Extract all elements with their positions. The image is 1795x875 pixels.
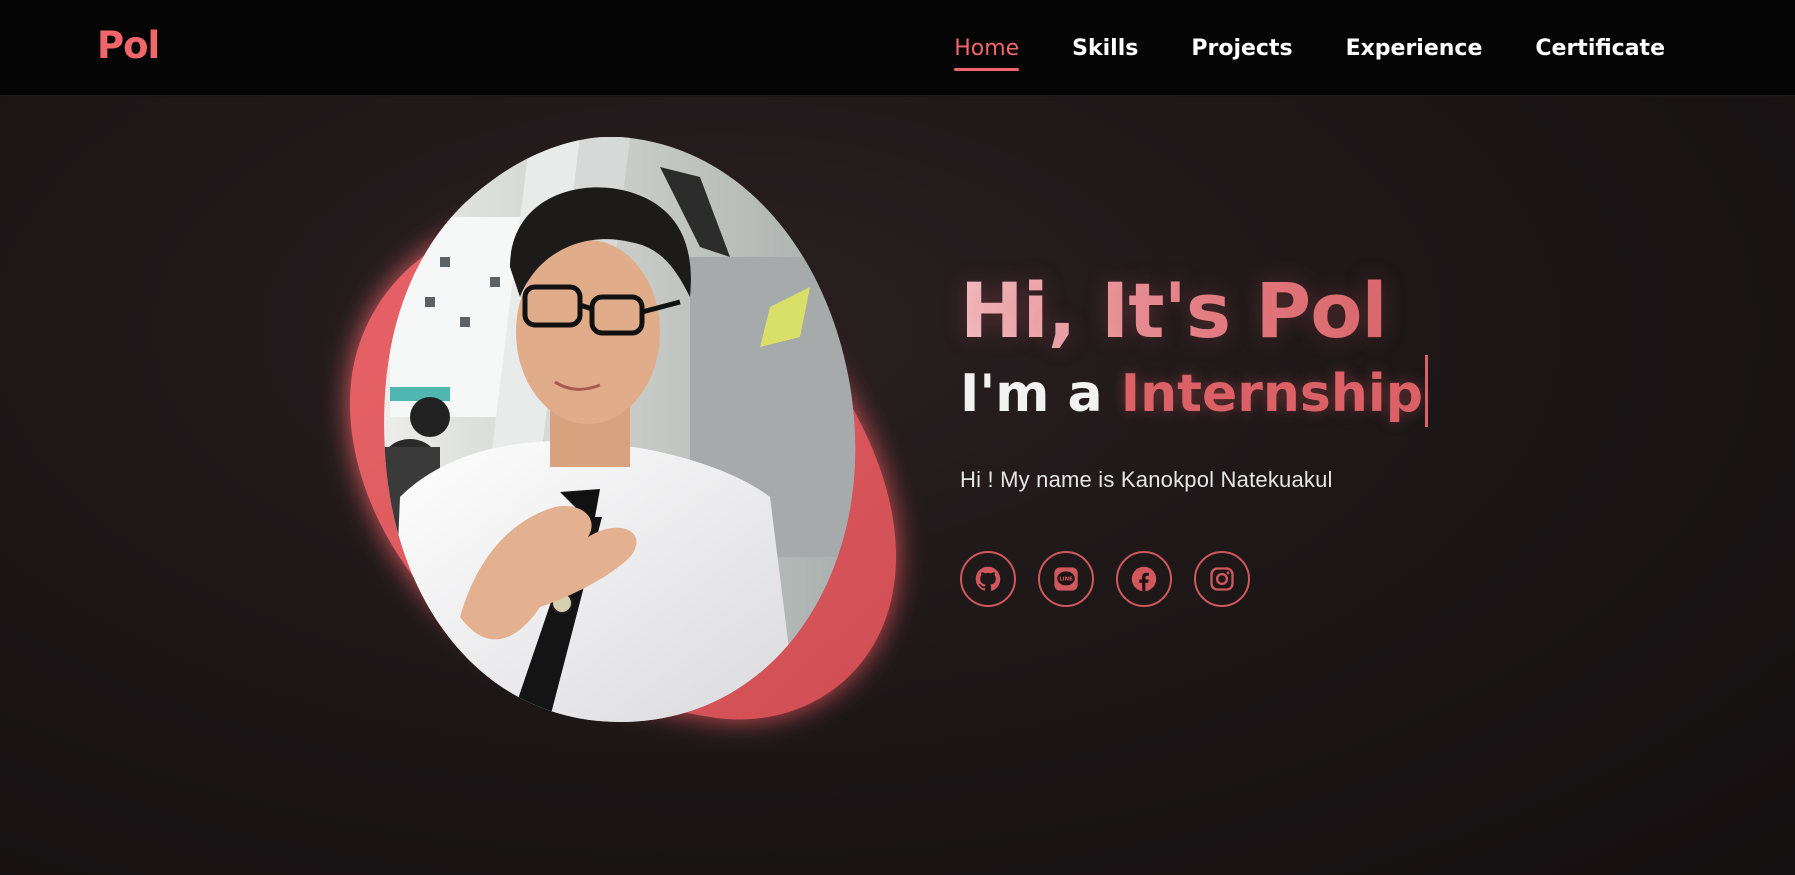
social-links: LINE bbox=[960, 551, 1560, 607]
role-line: I'm a Internship bbox=[960, 355, 1560, 427]
nav-item-skills[interactable]: Skills bbox=[1072, 36, 1138, 61]
line-link[interactable]: LINE bbox=[1038, 551, 1094, 607]
github-link[interactable] bbox=[960, 551, 1016, 607]
role-typed-word: Internship bbox=[1120, 364, 1423, 424]
profile-photo-frame bbox=[330, 137, 920, 737]
hero-section: Hi, It's Pol I'm a Internship Hi ! My na… bbox=[0, 97, 1795, 875]
instagram-link[interactable] bbox=[1194, 551, 1250, 607]
line-icon: LINE bbox=[1054, 567, 1078, 591]
navbar: Pol Home Skills Projects Experience Cert… bbox=[0, 0, 1795, 96]
nav-item-projects[interactable]: Projects bbox=[1191, 36, 1292, 61]
nav-item-certificate[interactable]: Certificate bbox=[1535, 36, 1665, 61]
profile-photo-svg bbox=[349, 137, 897, 723]
nav-links: Home Skills Projects Experience Certific… bbox=[901, 0, 1665, 96]
hero-greeting: Hi, It's Pol bbox=[960, 273, 1560, 349]
hero-text: Hi, It's Pol I'm a Internship Hi ! My na… bbox=[960, 273, 1560, 607]
svg-text:LINE: LINE bbox=[1059, 577, 1073, 583]
facebook-icon bbox=[1131, 566, 1157, 592]
typing-caret bbox=[1424, 355, 1428, 427]
intro-text: Hi ! My name is Kanokpol Natekuakul bbox=[960, 467, 1333, 492]
nav-item-home[interactable]: Home bbox=[954, 36, 1019, 71]
instagram-icon bbox=[1210, 567, 1234, 591]
site-logo[interactable]: Pol bbox=[97, 24, 160, 67]
nav-item-experience[interactable]: Experience bbox=[1346, 36, 1483, 61]
role-prefix: I'm a bbox=[960, 364, 1121, 424]
github-icon bbox=[975, 566, 1001, 591]
facebook-link[interactable] bbox=[1116, 551, 1172, 607]
